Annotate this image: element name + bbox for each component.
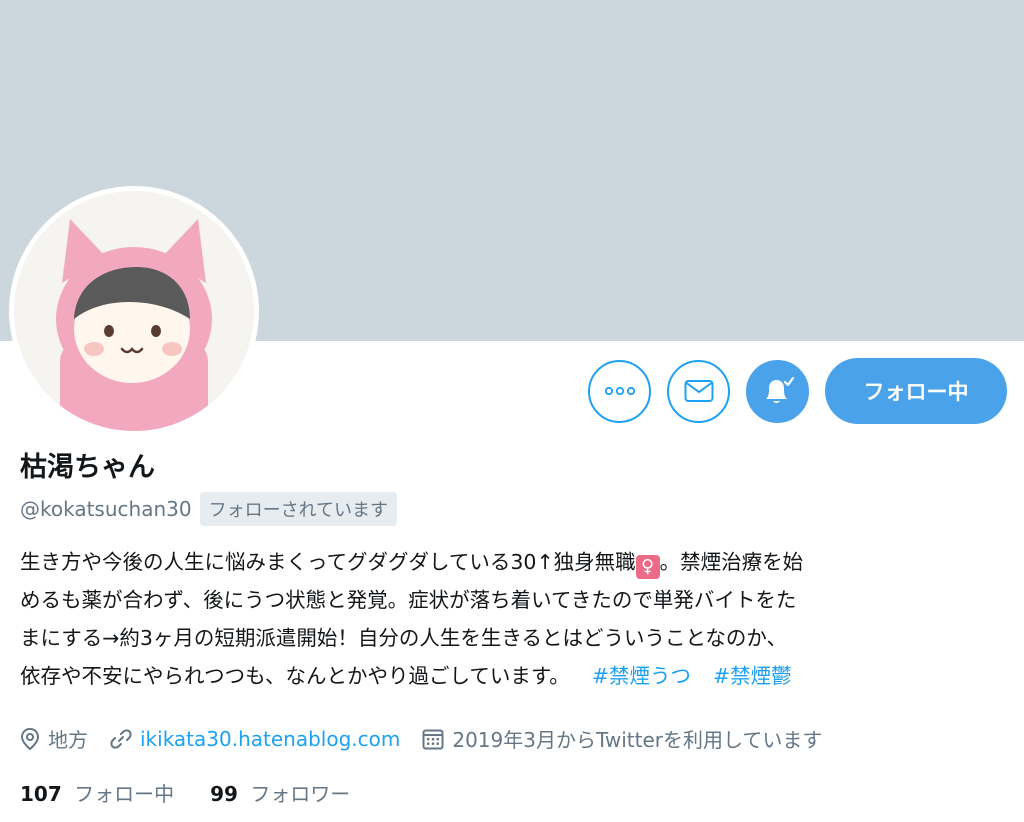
following-button[interactable]: フォロー中 xyxy=(825,358,1007,424)
bell-check-icon xyxy=(765,376,794,403)
bio-line: めるも薬が合わず、後にうつ状態と発覚。症状が落ち着いてきたので単発バイトをた xyxy=(20,588,797,612)
link-icon xyxy=(110,728,132,749)
profile-meta: 地方 ikikata30.hatenablog.com 2019年3月からTwi… xyxy=(20,724,844,753)
profile-bio: 生き方や今後の人生に悩みまくってグダグダしている30↑独身無職 ♀ 。禁煙治療を始 … xyxy=(20,543,1010,695)
profile-handle: @kokatsuchan30 xyxy=(20,497,192,521)
avatar[interactable] xyxy=(14,191,254,431)
avatar-illustration xyxy=(14,191,254,431)
hashtag-link[interactable]: #禁煙うつ xyxy=(592,664,691,688)
more-icon xyxy=(604,387,635,395)
followers-number: 99 xyxy=(210,782,238,806)
profile-actions: フォロー中 xyxy=(588,358,1007,424)
followers-count[interactable]: 99 フォロワー xyxy=(210,778,350,807)
follows-you-badge: フォローされています xyxy=(199,492,398,526)
following-label: フォロー中 xyxy=(74,782,175,806)
following-number: 107 xyxy=(20,782,62,806)
location-pin-icon xyxy=(20,727,40,750)
bio-text: 生き方や今後の人生に悩みまくってグダグダしている30↑独身無職 xyxy=(20,550,636,574)
join-date-text: 2019年3月からTwitterを利用しています xyxy=(452,728,823,752)
more-button[interactable] xyxy=(588,359,651,423)
female-sign-icon: ♀ xyxy=(635,555,660,579)
bio-line: 生き方や今後の人生に悩みまくってグダグダしている30↑独身無職 ♀ 。禁煙治療を始 xyxy=(20,543,1010,581)
profile-name: 枯渇ちゃん xyxy=(20,452,155,483)
notifications-button[interactable] xyxy=(746,359,809,423)
following-count[interactable]: 107 フォロー中 xyxy=(20,778,174,807)
handle-row: @kokatsuchan30 フォローされています xyxy=(20,492,398,526)
website: ikikata30.hatenablog.com xyxy=(110,727,400,751)
mail-icon xyxy=(684,380,713,402)
bio-line: まにする→約3ヶ月の短期派遣開始！自分の人生を生きるとはどういうことなのか、 xyxy=(20,626,787,650)
bio-text: 依存や不安にやられつつも、なんとかやり過ごしています。 xyxy=(20,664,570,688)
message-button[interactable] xyxy=(667,359,730,423)
website-link[interactable]: ikikata30.hatenablog.com xyxy=(140,727,400,751)
avatar-frame[interactable] xyxy=(9,186,259,436)
bio-text: 。禁煙治療を始 xyxy=(659,550,804,574)
join-date: 2019年3月からTwitterを利用しています xyxy=(422,724,822,753)
hashtag-link[interactable]: #禁煙鬱 xyxy=(713,664,792,688)
calendar-icon xyxy=(422,729,444,749)
location-text: 地方 xyxy=(48,728,88,752)
followers-label: フォロワー xyxy=(250,782,351,806)
bio-line: 依存や不安にやられつつも、なんとかやり過ごしています。 #禁煙うつ #禁煙鬱 xyxy=(20,657,1010,695)
follow-counts: 107 フォロー中 99 フォロワー xyxy=(20,778,386,807)
location: 地方 xyxy=(20,724,88,753)
